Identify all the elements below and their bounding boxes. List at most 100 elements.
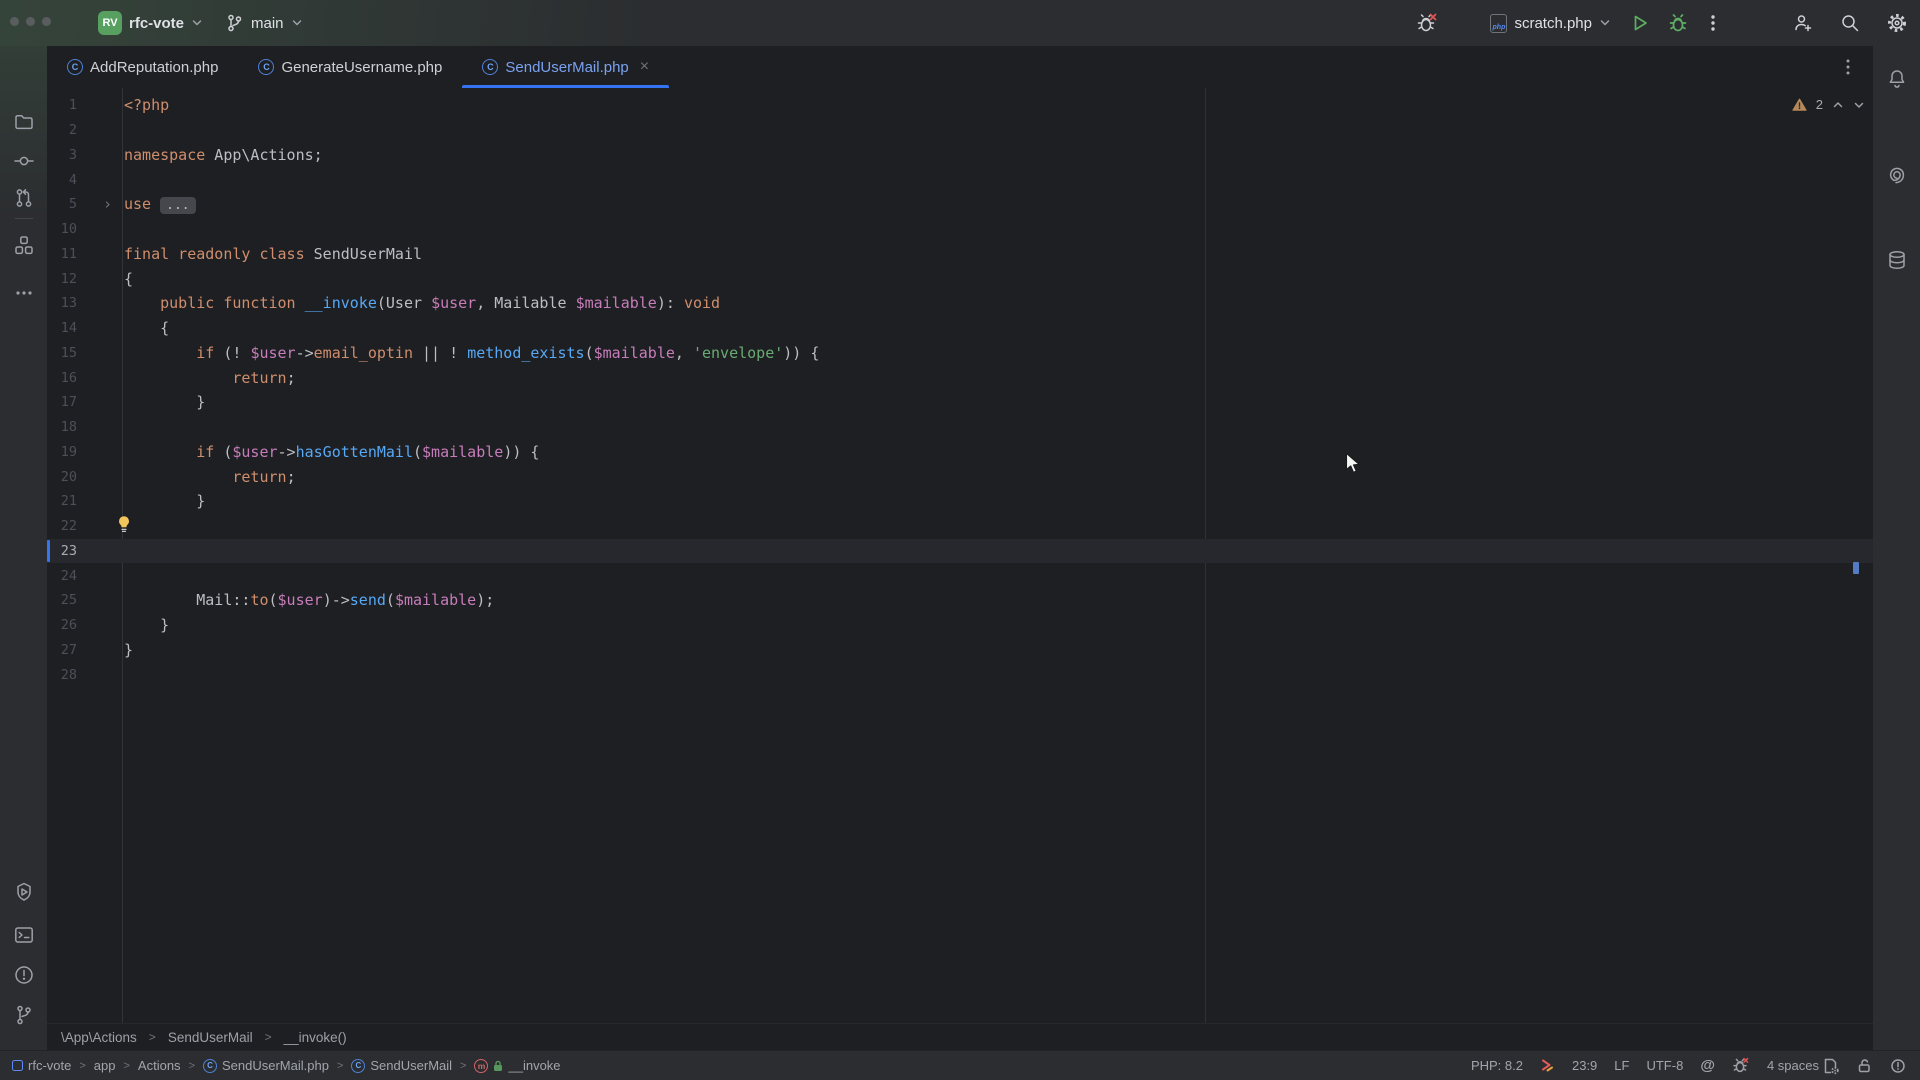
code-line-23[interactable]: 23 bbox=[47, 539, 1873, 564]
code-text: { bbox=[122, 270, 133, 288]
code-line-15[interactable]: 15 if (! $user->email_optin || ! method_… bbox=[47, 341, 1873, 366]
indent-widget[interactable]: 4 spaces bbox=[1767, 1057, 1840, 1075]
encoding-widget[interactable]: UTF-8 bbox=[1646, 1058, 1683, 1073]
window-minimize-button[interactable] bbox=[26, 17, 35, 26]
code-line-24[interactable]: 24 bbox=[47, 563, 1873, 588]
intention-bulb-icon[interactable] bbox=[117, 515, 131, 537]
pull-requests-tool-icon[interactable] bbox=[13, 187, 35, 209]
breadcrumb-item[interactable]: __invoke() bbox=[284, 1030, 347, 1045]
search-everywhere-button[interactable] bbox=[1839, 12, 1861, 34]
previous-problem-icon[interactable] bbox=[1832, 99, 1844, 111]
line-number: 20 bbox=[47, 469, 77, 485]
tab-generateusername[interactable]: C GenerateUsername.php bbox=[238, 46, 462, 88]
window-close-button[interactable] bbox=[10, 17, 19, 26]
code-line-27[interactable]: 27} bbox=[47, 638, 1873, 663]
problems-tool-icon[interactable] bbox=[13, 964, 35, 986]
code-line-17[interactable]: 17 } bbox=[47, 390, 1873, 415]
code-line-22[interactable]: 22 bbox=[47, 514, 1873, 539]
code-line-4[interactable]: 4 bbox=[47, 167, 1873, 192]
inspection-widget[interactable]: 2 bbox=[1792, 97, 1865, 112]
window-controls[interactable] bbox=[10, 17, 51, 26]
code-line-20[interactable]: 20 return; bbox=[47, 464, 1873, 489]
tab-addreputation[interactable]: C AddReputation.php bbox=[47, 46, 238, 88]
code-line-18[interactable]: 18 bbox=[47, 415, 1873, 440]
code-line-3[interactable]: 3namespace App\Actions; bbox=[47, 143, 1873, 168]
code-line-19[interactable]: 19 if ($user->hasGottenMail($mailable)) … bbox=[47, 440, 1873, 465]
code-text: return; bbox=[122, 468, 296, 486]
warning-count: 2 bbox=[1816, 97, 1823, 112]
code-line-2[interactable]: 2 bbox=[47, 118, 1873, 143]
tab-label: GenerateUsername.php bbox=[281, 59, 442, 76]
run-configuration-selector[interactable]: php scratch.php bbox=[1490, 0, 1611, 46]
warning-triangle-icon bbox=[1792, 98, 1807, 112]
code-editor[interactable]: 1<?php23namespace App\Actions;45›use ...… bbox=[47, 88, 1873, 1023]
tab-options-icon[interactable] bbox=[1839, 57, 1857, 77]
no-debug-session-icon[interactable] bbox=[1416, 12, 1438, 34]
status-path-module[interactable]: rfc-vote bbox=[12, 1058, 71, 1073]
line-separator-widget[interactable]: LF bbox=[1614, 1058, 1629, 1073]
status-path-file[interactable]: C SendUserMail.php bbox=[203, 1058, 329, 1073]
code-line-26[interactable]: 26 } bbox=[47, 613, 1873, 638]
gutter: 17 bbox=[47, 390, 122, 415]
gutter: 22 bbox=[47, 514, 122, 539]
code-line-12[interactable]: 12{ bbox=[47, 266, 1873, 291]
no-debugger-icon[interactable] bbox=[1732, 1057, 1750, 1074]
terminal-tool-icon[interactable] bbox=[13, 924, 35, 946]
code-text: } bbox=[122, 641, 133, 659]
tab-sendusermail[interactable]: C SendUserMail.php × bbox=[462, 46, 669, 88]
code-text: return; bbox=[122, 369, 296, 387]
window-zoom-button[interactable] bbox=[42, 17, 51, 26]
services-tool-icon[interactable] bbox=[13, 881, 35, 903]
version-control-tool-icon[interactable] bbox=[13, 1004, 35, 1026]
module-icon bbox=[12, 1060, 23, 1071]
more-actions-button[interactable] bbox=[1704, 13, 1722, 33]
code-text: use ... bbox=[122, 195, 196, 213]
debug-button[interactable] bbox=[1667, 12, 1689, 34]
database-tool-icon[interactable] bbox=[1886, 249, 1908, 271]
project-tool-icon[interactable] bbox=[13, 111, 35, 133]
status-path-class[interactable]: C SendUserMail bbox=[351, 1058, 452, 1073]
structure-tool-icon[interactable] bbox=[13, 234, 35, 256]
code-line-5[interactable]: 5›use ... bbox=[47, 192, 1873, 217]
php-version-widget[interactable]: PHP: 8.2 bbox=[1471, 1058, 1523, 1073]
code-line-1[interactable]: 1<?php bbox=[47, 93, 1873, 118]
ai-status-icon[interactable]: @ bbox=[1700, 1057, 1715, 1074]
caret-position-widget[interactable]: 23:9 bbox=[1572, 1058, 1597, 1073]
path-separator: > bbox=[337, 1060, 343, 1072]
gutter: 13 bbox=[47, 291, 122, 316]
code-line-14[interactable]: 14 { bbox=[47, 316, 1873, 341]
editor-tab-bar: C AddReputation.php C GenerateUsername.p… bbox=[47, 46, 1873, 88]
laravel-plugin-icon[interactable] bbox=[1540, 1058, 1555, 1073]
line-number: 10 bbox=[47, 221, 77, 237]
file-writable-lock-icon[interactable] bbox=[1857, 1058, 1873, 1074]
code-line-11[interactable]: 11final readonly class SendUserMail bbox=[47, 242, 1873, 267]
gutter: 15 bbox=[47, 341, 122, 366]
project-widget[interactable]: RV rfc-vote bbox=[98, 0, 203, 46]
close-tab-icon[interactable]: × bbox=[640, 59, 649, 75]
code-with-me-button[interactable] bbox=[1792, 12, 1814, 34]
line-number: 11 bbox=[47, 246, 77, 262]
status-path-method[interactable]: m __invoke bbox=[474, 1058, 560, 1073]
next-problem-icon[interactable] bbox=[1853, 99, 1865, 111]
status-path-item[interactable]: Actions bbox=[138, 1058, 181, 1073]
code-line-13[interactable]: 13 public function __invoke(User $user, … bbox=[47, 291, 1873, 316]
code-line-21[interactable]: 21 } bbox=[47, 489, 1873, 514]
breadcrumb-item[interactable]: SendUserMail bbox=[168, 1030, 253, 1045]
fold-arrow-icon[interactable]: › bbox=[103, 195, 112, 213]
status-path-item[interactable]: app bbox=[94, 1058, 116, 1073]
branch-widget[interactable]: main bbox=[224, 0, 303, 46]
run-button[interactable] bbox=[1629, 12, 1651, 34]
code-line-25[interactable]: 25 Mail::to($user)->send($mailable); bbox=[47, 588, 1873, 613]
code-line-28[interactable]: 28 bbox=[47, 662, 1873, 687]
ai-assistant-icon[interactable] bbox=[1886, 164, 1908, 186]
more-tool-windows-icon[interactable] bbox=[13, 282, 35, 304]
notifications-bell-icon[interactable] bbox=[1886, 68, 1908, 90]
breadcrumb-item[interactable]: \App\Actions bbox=[61, 1030, 137, 1045]
settings-gear-icon[interactable] bbox=[1886, 12, 1908, 34]
gutter: 18 bbox=[47, 415, 122, 440]
background-tasks-icon[interactable] bbox=[1890, 1058, 1906, 1074]
commit-tool-icon[interactable] bbox=[13, 150, 35, 172]
code-line-10[interactable]: 10 bbox=[47, 217, 1873, 242]
project-name: rfc-vote bbox=[129, 15, 184, 32]
code-line-16[interactable]: 16 return; bbox=[47, 365, 1873, 390]
